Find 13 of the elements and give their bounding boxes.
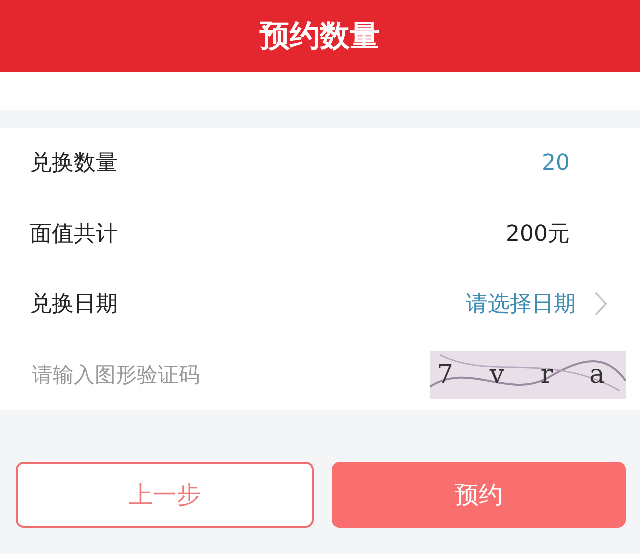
date-picker-link[interactable]: 请选择日期 [466, 289, 576, 320]
row-value: 200元 [506, 220, 570, 249]
row-label: 兑换数量 [30, 150, 118, 178]
chevron-right-icon[interactable] [594, 291, 608, 318]
captcha-text: 7 v r a [437, 360, 619, 390]
captcha-image[interactable]: 7 v r a [430, 350, 626, 399]
row-value: 20 [542, 150, 570, 176]
captcha-input-field[interactable]: 请输入图形验证码 [30, 362, 314, 388]
submit-button[interactable]: 预约 [332, 462, 626, 528]
page-title: 预约数量 [260, 18, 380, 56]
row-label: 兑换日期 [30, 291, 118, 320]
row-label: 面值共计 [30, 220, 118, 249]
back-button[interactable]: 上一步 [16, 462, 314, 528]
